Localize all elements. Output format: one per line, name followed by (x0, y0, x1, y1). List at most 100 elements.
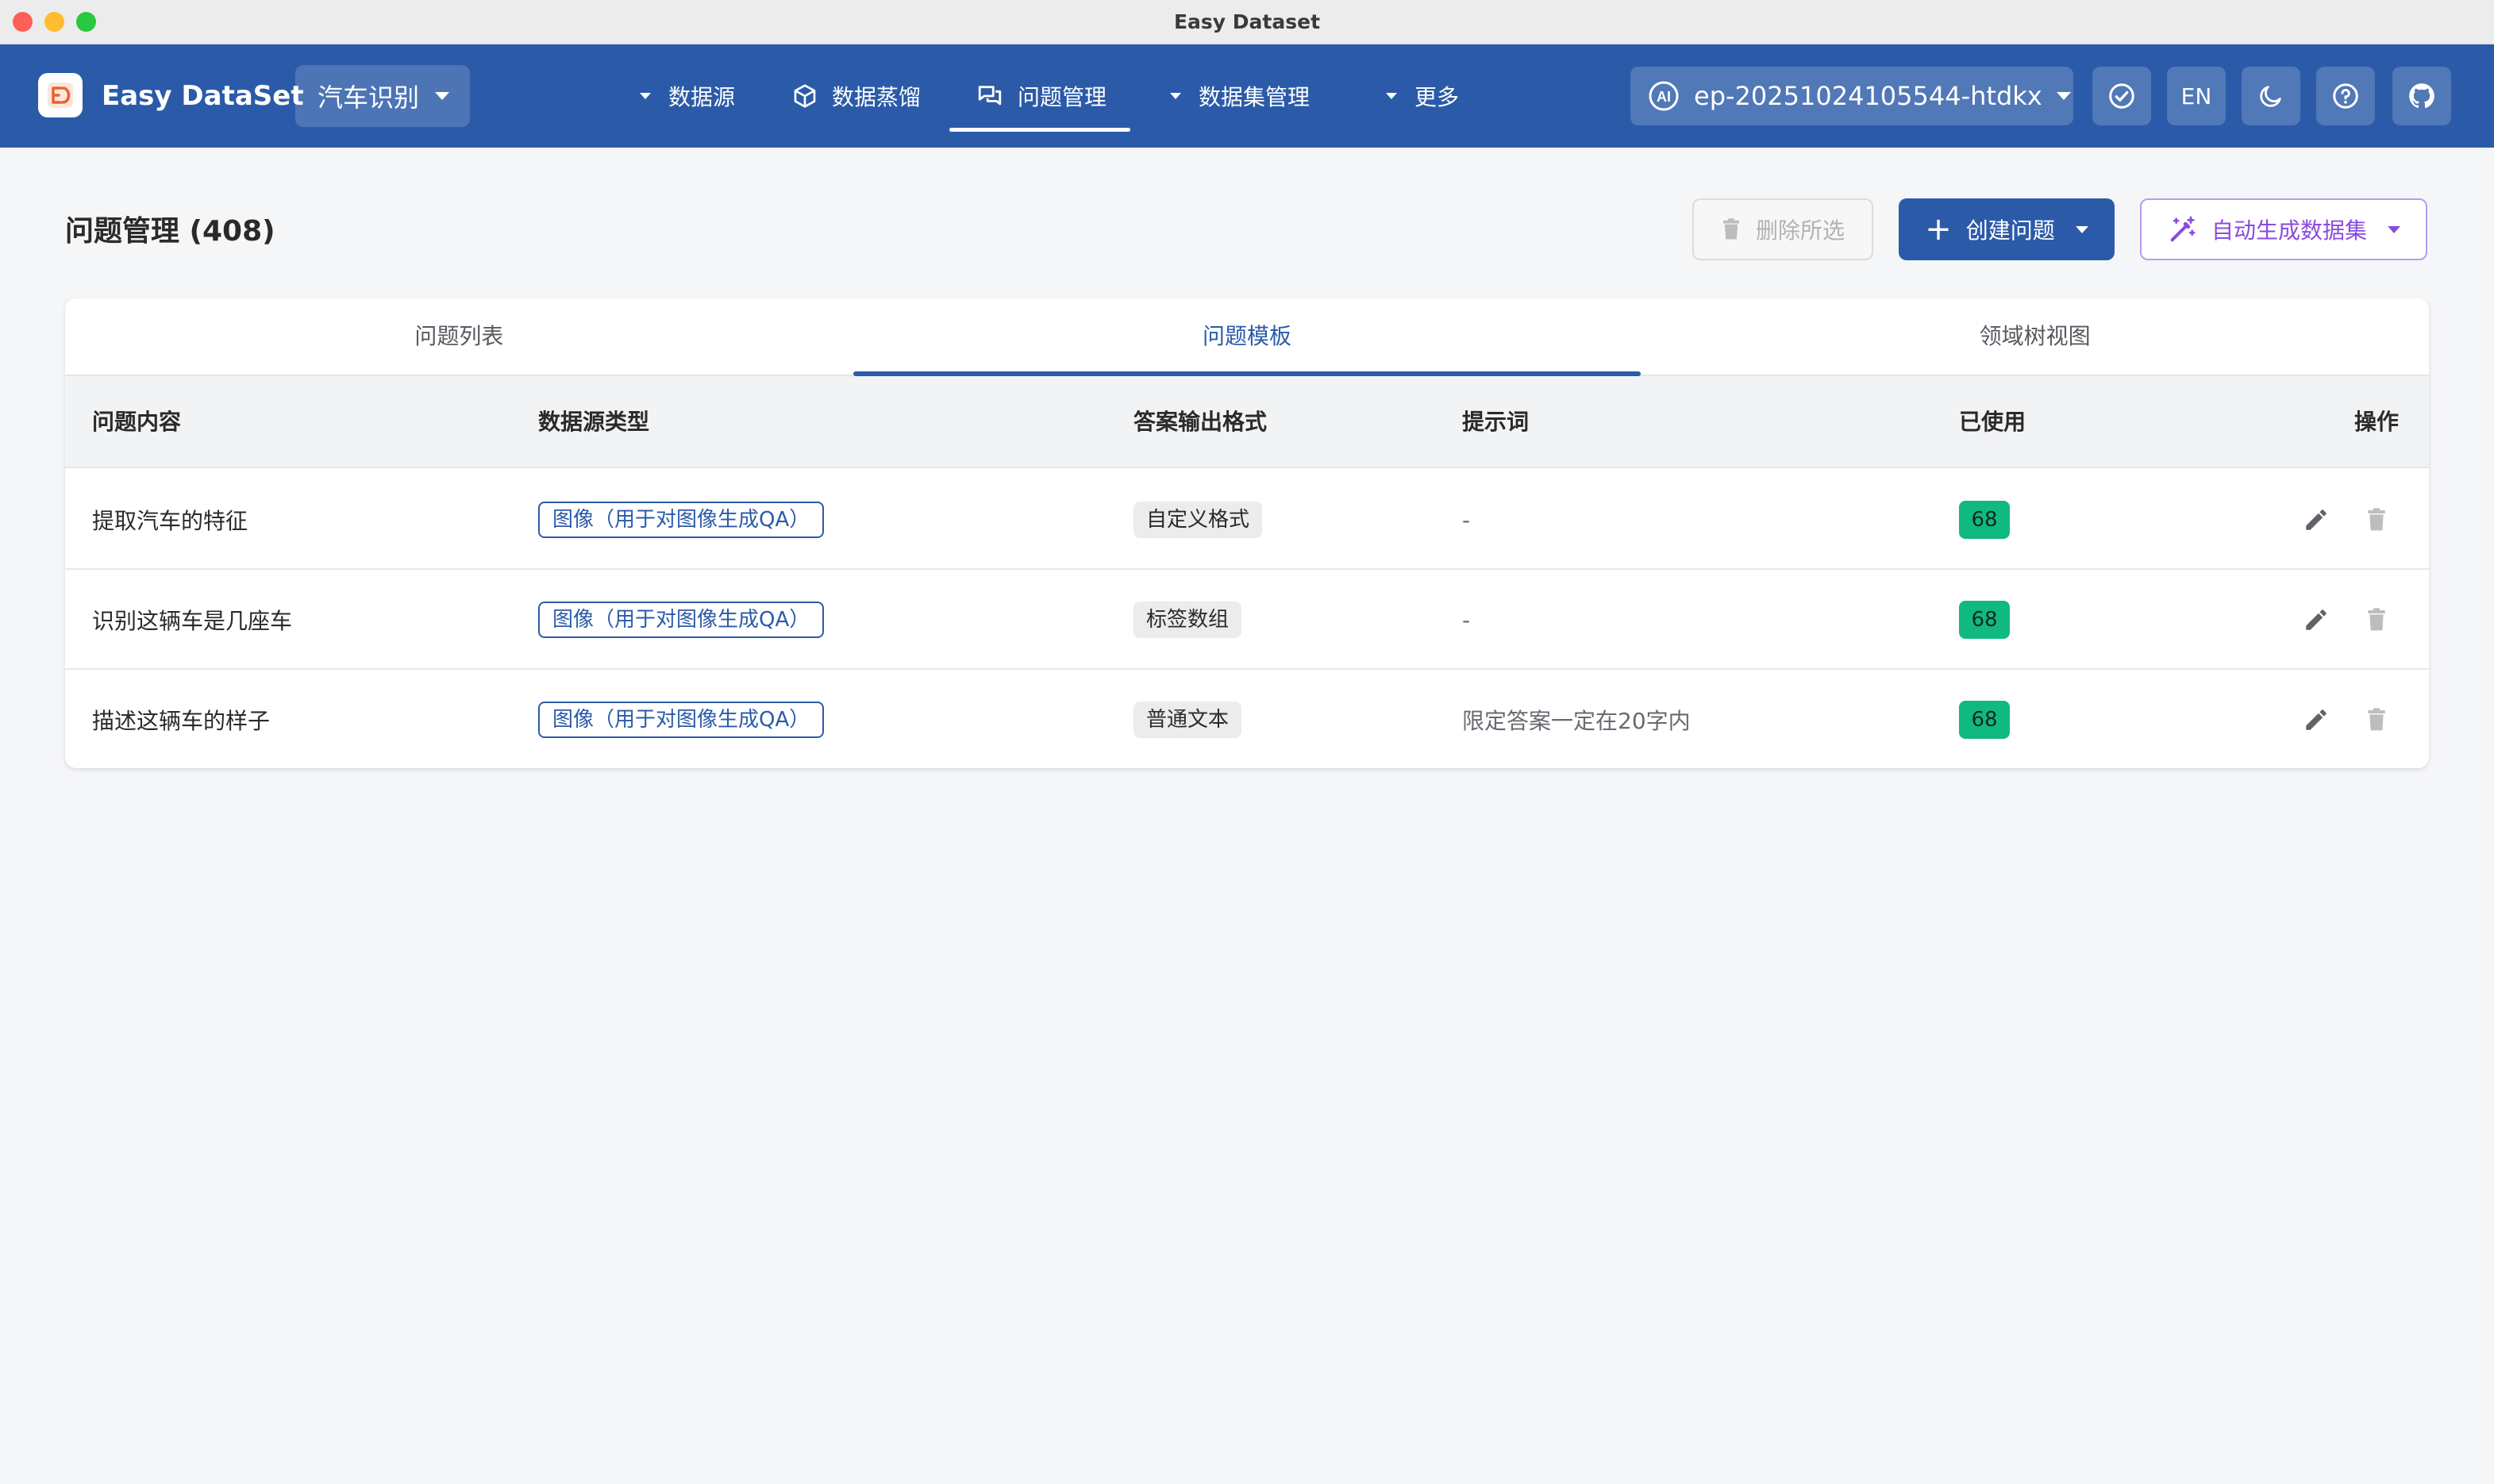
row-actions (2300, 470, 2392, 570)
column-header-used[interactable]: 已使用 (1959, 376, 2026, 468)
nav-more[interactable]: 更多 (1386, 44, 1481, 148)
source-type-cell: 图像（用于对图像生成QA） (538, 670, 825, 768)
tasks-button[interactable] (2092, 67, 2151, 125)
plus-icon: + (1925, 211, 1952, 248)
used-count-badge: 68 (1959, 501, 2010, 539)
table-row: 识别这辆车是几座车 图像（用于对图像生成QA） 标签数组 - 68 (65, 570, 2429, 670)
used-cell: 68 (1959, 570, 2010, 670)
answer-format-chip: 标签数组 (1133, 602, 1242, 638)
edit-button[interactable] (2300, 504, 2332, 536)
column-header-prompt[interactable]: 提示词 (1462, 376, 1529, 468)
logo-icon (48, 83, 73, 108)
github-button[interactable] (2392, 67, 2451, 125)
source-type-cell: 图像（用于对图像生成QA） (538, 570, 825, 670)
column-header-source-type[interactable]: 数据源类型 (538, 376, 649, 468)
delete-button[interactable] (2361, 504, 2392, 536)
tab-bar: 问题列表 问题模板 领域树视图 (65, 298, 2429, 376)
used-count-badge: 68 (1959, 601, 2010, 639)
row-actions (2300, 670, 2392, 768)
question-cell: 识别这辆车是几座车 (92, 608, 293, 634)
chevron-down-icon (435, 92, 450, 100)
auto-generate-dataset-button[interactable]: 自动生成数据集 (2140, 198, 2427, 260)
trash-icon (1722, 218, 1739, 240)
chevron-down-icon (640, 93, 651, 99)
answer-format-cell: 标签数组 (1133, 570, 1242, 670)
trash-icon (2368, 608, 2385, 631)
edit-button[interactable] (2300, 704, 2332, 736)
table-row: 描述这辆车的样子 图像（用于对图像生成QA） 普通文本 限定答案一定在20字内 … (65, 670, 2429, 768)
row-actions (2300, 570, 2392, 670)
column-header-question[interactable]: 问题内容 (92, 376, 181, 468)
source-type-cell: 图像（用于对图像生成QA） (538, 470, 825, 570)
chevron-down-icon (2056, 92, 2071, 100)
answer-format-chip: 自定义格式 (1133, 502, 1263, 538)
prompt-cell: - (1462, 606, 1471, 633)
chevron-down-icon (2388, 225, 2400, 233)
app-logo (38, 73, 83, 117)
help-button[interactable] (2316, 67, 2375, 125)
moon-icon (2260, 86, 2281, 107)
nav-questions-label: 问题管理 (1018, 84, 1107, 110)
question-cell: 描述这辆车的样子 (92, 708, 271, 734)
templates-card: 问题列表 问题模板 领域树视图 问题内容 数据源类型 答案输出格式 提示词 已使… (65, 298, 2429, 768)
tab-question-templates[interactable]: 问题模板 (853, 298, 1641, 376)
nav-more-label: 更多 (1414, 84, 1460, 110)
nav-questions[interactable]: 问题管理 (949, 44, 1130, 148)
app-header: Easy DataSet 汽车识别 数据源 数据蒸馏 问题管理 数据集管理 更多… (0, 44, 2494, 148)
question-cell: 提取汽车的特征 (92, 508, 248, 534)
chevron-down-icon (1170, 93, 1181, 99)
table-row: 提取汽车的特征 图像（用于对图像生成QA） 自定义格式 - 68 (65, 470, 2429, 570)
source-type-chip: 图像（用于对图像生成QA） (538, 602, 825, 638)
github-icon (2409, 83, 2434, 109)
model-selector-label: ep-20251024105544-htdkx (1694, 81, 2042, 111)
nav-datasource-label: 数据源 (668, 84, 736, 110)
chat-icon (978, 86, 1002, 106)
prompt-cell: - (1462, 506, 1471, 533)
tab-question-list[interactable]: 问题列表 (65, 298, 853, 375)
source-type-chip: 图像（用于对图像生成QA） (538, 502, 825, 538)
language-button[interactable]: EN (2167, 67, 2226, 125)
delete-button[interactable] (2361, 604, 2392, 636)
project-selector[interactable]: 汽车识别 (295, 65, 470, 127)
theme-toggle-button[interactable] (2242, 67, 2300, 125)
answer-format-chip: 普通文本 (1133, 702, 1242, 738)
prompt-cell: 限定答案一定在20字内 (1462, 708, 1691, 734)
model-selector[interactable]: AI ep-20251024105544-htdkx (1630, 67, 2073, 125)
chevron-down-icon (1386, 93, 1397, 99)
used-cell: 68 (1959, 470, 2010, 570)
help-icon (2333, 83, 2358, 109)
used-cell: 68 (1959, 670, 2010, 768)
tab-domain-tree[interactable]: 领域树视图 (1641, 298, 2429, 375)
nav-datasets-label: 数据集管理 (1199, 84, 1311, 110)
answer-format-cell: 自定义格式 (1133, 470, 1263, 570)
project-selector-label: 汽车识别 (318, 83, 420, 113)
window-titlebar: Easy Dataset (0, 0, 2494, 44)
answer-format-cell: 普通文本 (1133, 670, 1242, 768)
column-header-actions: 操作 (2354, 409, 2400, 435)
magic-wand-icon (2170, 216, 2196, 242)
table-header: 问题内容 数据源类型 答案输出格式 提示词 已使用 操作 (65, 376, 2429, 468)
nav-distill-label: 数据蒸馏 (832, 84, 922, 110)
delete-button[interactable] (2361, 704, 2392, 736)
pencil-icon (2306, 609, 2327, 630)
delete-selected-button[interactable]: 删除所选 (1692, 198, 1873, 260)
chevron-down-icon (2075, 225, 2088, 233)
create-question-button[interactable]: + 创建问题 (1899, 198, 2115, 260)
pencil-icon (2306, 709, 2327, 730)
source-type-chip: 图像（用于对图像生成QA） (538, 702, 825, 738)
nav-datasets[interactable]: 数据集管理 (1170, 44, 1329, 148)
nav-distill[interactable]: 数据蒸馏 (792, 44, 943, 148)
trash-icon (2368, 508, 2385, 531)
svg-text:AI: AI (1657, 89, 1671, 105)
used-count-badge: 68 (1959, 701, 2010, 739)
column-header-answer-format[interactable]: 答案输出格式 (1133, 376, 1267, 468)
delete-selected-label: 删除所选 (1755, 217, 1845, 244)
create-question-label: 创建问题 (1965, 217, 2055, 244)
pencil-icon (2306, 509, 2327, 530)
ai-model-icon: AI (1649, 81, 1679, 111)
page-title: 问题管理 (408) (65, 215, 275, 248)
auto-generate-dataset-label: 自动生成数据集 (2211, 217, 2367, 244)
edit-button[interactable] (2300, 604, 2332, 636)
nav-datasource[interactable]: 数据源 (640, 44, 759, 148)
cube-icon (794, 84, 816, 108)
